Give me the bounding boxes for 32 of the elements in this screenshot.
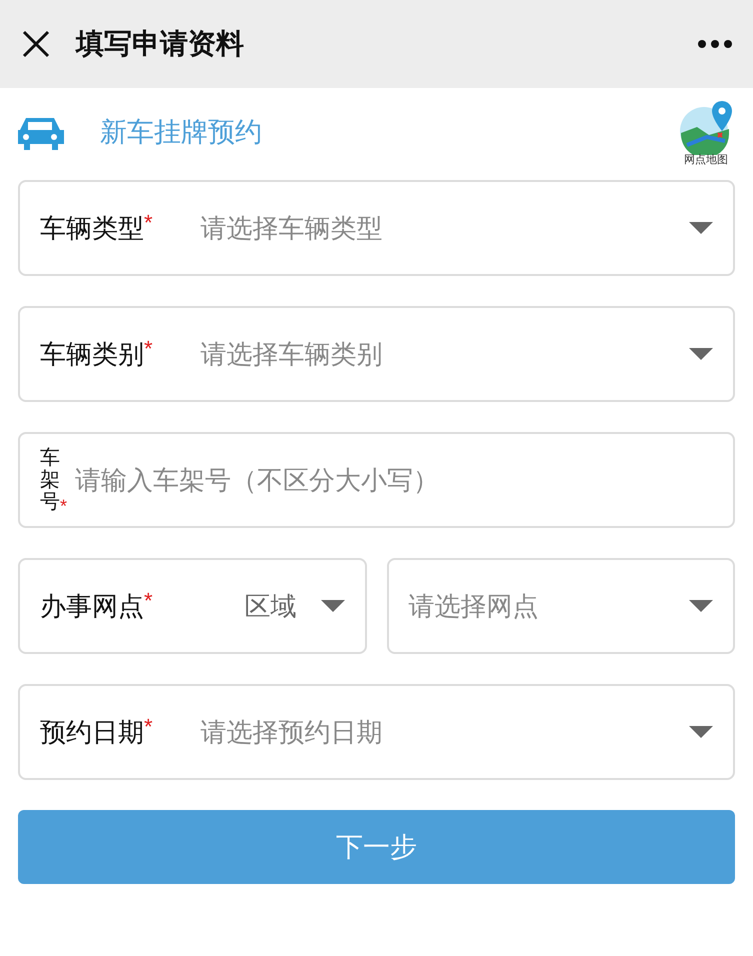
field-label: 预约日期 [40,716,144,748]
field-label: 车辆类型 [40,212,144,244]
field-label: 车架号 [40,447,60,513]
select-value: 区域 [244,590,296,622]
caret-icon [689,726,713,738]
required-mark: * [144,335,153,363]
required-mark: * [144,209,153,237]
map-link[interactable]: 网点地图 [684,154,728,166]
select-field[interactable]: 预约日期* 请选择预约日期 [18,684,735,780]
field-label: 办事网点 [40,590,144,622]
close-icon[interactable] [20,28,52,60]
select-field[interactable]: 车辆类型* 请选择车辆类型 [18,180,735,276]
input-field[interactable]: 车架号* 请输入车架号（不区分大小写） [18,432,735,528]
select-field[interactable]: 车辆类别* 请选择车辆类别 [18,306,735,402]
map-icon[interactable] [679,98,733,154]
page-title: 填写申请资料 [76,27,244,61]
caret-icon [689,348,713,360]
caret-icon [689,600,713,612]
placeholder: 请选择车辆类型 [200,212,383,244]
service-title: 新车挂牌预约 [100,116,262,149]
field-label: 车辆类别 [40,338,144,370]
required-mark: * [144,587,153,615]
required-mark: * [144,713,153,741]
placeholder: 请选择预约日期 [200,716,383,748]
required-mark: * [60,495,68,518]
district-select[interactable]: 办事网点* 区域 [18,558,366,654]
branch-select[interactable]: 请选择网点 [386,558,735,654]
caret-icon [320,600,344,612]
placeholder: 请选择网点 [408,590,538,622]
more-icon[interactable] [697,39,733,49]
caret-icon [689,222,713,234]
placeholder: 请选择车辆类别 [200,338,383,370]
